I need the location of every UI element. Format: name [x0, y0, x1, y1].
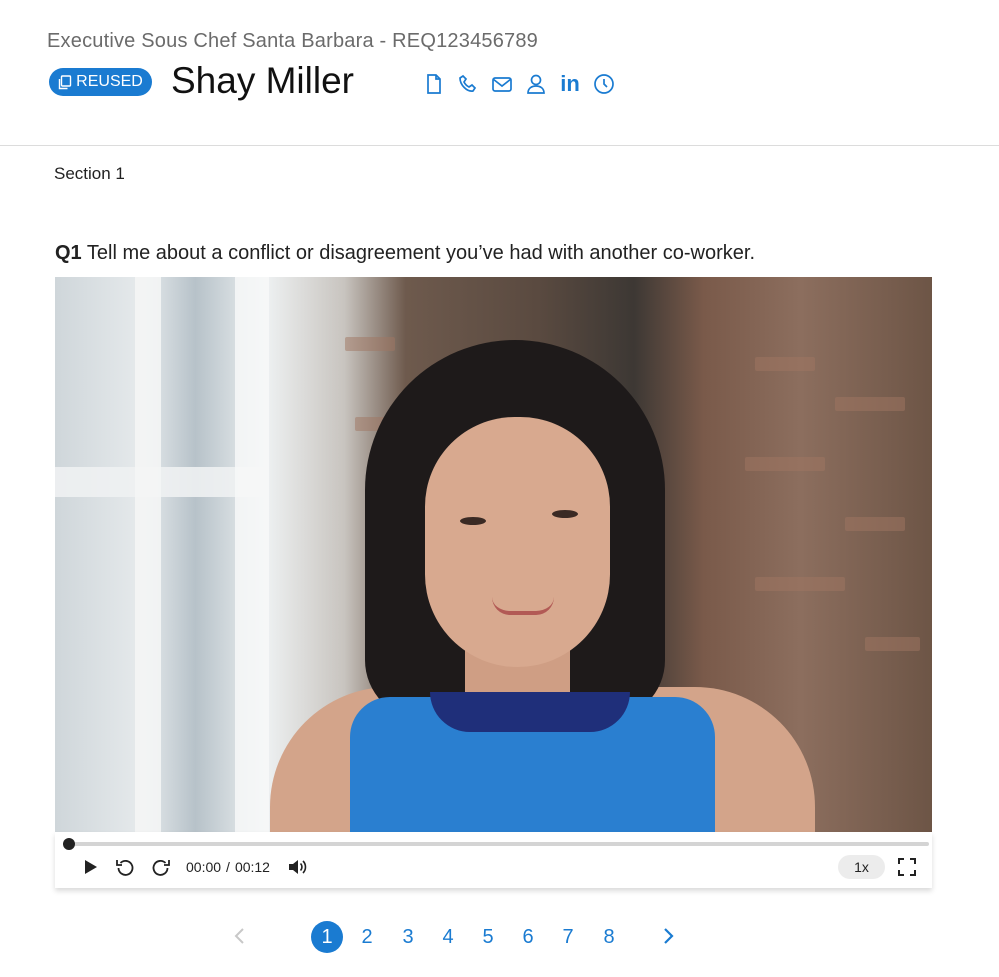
chevron-right-icon [664, 928, 674, 944]
current-time: 00:00 [186, 859, 222, 875]
contact-icons: in [423, 71, 615, 97]
video-frame[interactable] [55, 277, 932, 832]
copy-icon [58, 74, 72, 89]
window-frame [235, 277, 269, 832]
history-icon[interactable] [593, 73, 615, 95]
rewind-icon[interactable] [115, 856, 135, 878]
page-1[interactable]: 1 [311, 921, 343, 953]
forward-icon[interactable] [151, 856, 171, 878]
page-5[interactable]: 5 [472, 921, 504, 953]
eye [460, 517, 486, 525]
brick [745, 457, 825, 471]
duration: 00:12 [234, 859, 270, 875]
page-2[interactable]: 2 [351, 921, 383, 953]
brick [345, 337, 395, 351]
brick [865, 637, 920, 651]
question-text: Tell me about a conflict or disagreement… [86, 242, 756, 264]
prev-page-button[interactable] [228, 924, 252, 948]
brick [835, 397, 905, 411]
section-label: Section 1 [54, 164, 125, 183]
chevron-left-icon [234, 928, 244, 944]
next-page-button[interactable] [656, 924, 680, 948]
window-frame [135, 277, 161, 832]
page-4[interactable]: 4 [432, 921, 464, 953]
playback-speed-button[interactable]: 1x [838, 855, 885, 879]
phone-icon[interactable] [457, 73, 479, 95]
video-controls: 00:00 / 00:12 1x [55, 832, 932, 888]
page-6[interactable]: 6 [512, 921, 544, 953]
badge-label: REUSED [76, 73, 143, 90]
page-8[interactable]: 8 [593, 921, 625, 953]
linkedin-icon[interactable]: in [559, 73, 581, 95]
candidate-name: Shay Miller [171, 60, 354, 101]
progress-knob[interactable] [63, 838, 75, 850]
profile-icon[interactable] [525, 73, 547, 95]
question-prompt: Q1 Tell me about a conflict or disagreem… [55, 242, 755, 265]
time-display: 00:00 / 00:12 [186, 859, 270, 875]
question-number: Q1 [55, 242, 82, 264]
brick [845, 517, 905, 531]
brick [755, 577, 845, 591]
person-face [425, 417, 610, 667]
eye [552, 510, 578, 518]
header-divider [0, 145, 999, 146]
linkedin-text: in [560, 71, 580, 96]
reused-badge: REUSED [49, 68, 152, 96]
pagination: 1 2 3 4 5 6 7 8 [228, 918, 688, 956]
document-icon[interactable] [423, 73, 445, 95]
mouth [492, 597, 554, 615]
page-7[interactable]: 7 [552, 921, 584, 953]
time-separator: / [226, 859, 230, 875]
brick [755, 357, 815, 371]
fullscreen-icon[interactable] [897, 856, 917, 878]
play-icon[interactable] [80, 856, 100, 878]
job-title: Executive Sous Chef Santa Barbara - REQ1… [47, 30, 539, 52]
progress-bar[interactable] [63, 838, 929, 850]
volume-icon[interactable] [287, 856, 307, 878]
person-collar [430, 692, 630, 732]
page-3[interactable]: 3 [392, 921, 424, 953]
mail-icon[interactable] [491, 73, 513, 95]
